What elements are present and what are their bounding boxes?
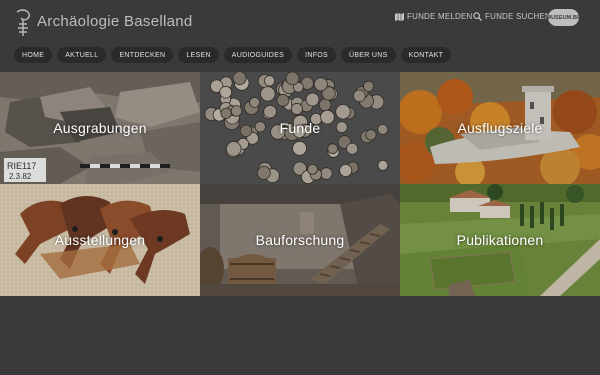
nav-item-audioguides[interactable]: AUDIOGUIDES [223,47,293,63]
coin-shape [220,107,232,119]
nav-item-aktuell[interactable]: AKTUELL [57,47,107,63]
coin-shape [318,98,332,112]
coin-shape [346,142,359,155]
logo-icon[interactable] [13,8,33,38]
coin-shape [313,77,328,92]
tile-label-publikationen: Publikationen [456,232,544,248]
map-icon [395,12,404,21]
tile-ausflugsziele[interactable]: Ausflugsziele [400,72,600,184]
tile-publikationen[interactable]: Publikationen [400,184,600,296]
funde-suchen-link[interactable]: FUNDE SUCHEN [473,12,551,21]
coin-shape [363,80,375,92]
coin-shape [285,72,300,86]
coin-shape [339,164,353,178]
coin-shape [377,160,389,171]
coin-shape [225,141,242,157]
page-footer-area [0,296,600,375]
tile-funde[interactable]: Funde [200,72,400,184]
tile-label-bauforschung: Bauforschung [255,232,345,248]
funde-suchen-label: FUNDE SUCHEN [485,12,551,21]
funde-melden-label: FUNDE MELDEN [407,12,473,21]
coin-shape [230,105,243,117]
nav-item-lesen[interactable]: LESEN [178,47,219,63]
tile-bauforschung[interactable]: Bauforschung [200,184,400,296]
tile-label-ausstellungen: Ausstellungen [54,232,146,248]
site-header: Archäologie Baselland FUNDE MELDEN FUNDE… [0,0,600,72]
coin-shape [335,104,351,120]
coin-shape [290,102,303,115]
coin-shape [263,104,277,119]
nav-item-ueber-uns[interactable]: ÜBER UNS [340,47,396,63]
tile-ausstellungen[interactable]: Ausstellungen [0,184,200,296]
coin-shape [219,85,233,99]
coin-shape [307,164,318,175]
nav-item-infos[interactable]: INFOS [297,47,336,63]
coin-shape [305,92,320,107]
coin-shape [327,143,339,155]
coin-shape [249,96,261,108]
funde-melden-link[interactable]: FUNDE MELDEN [395,12,473,21]
nav-item-entdecken[interactable]: ENTDECKEN [111,47,174,63]
search-icon [473,12,482,21]
tile-ausgrabungen[interactable]: RIE117 2.3.82 Ausgrabungen [0,72,200,184]
coin-shape [232,72,247,86]
nav-item-kontakt[interactable]: KONTAKT [400,47,452,63]
site-title[interactable]: Archäologie Baselland [37,13,193,30]
tile-label-funde: Funde [279,120,321,136]
coin-shape [292,140,307,156]
category-grid: RIE117 2.3.82 Ausgrabungen Funde Ausflug… [0,72,600,296]
coin-shape [353,89,366,103]
coin-shape [260,86,276,102]
coin-shape [320,167,333,180]
coin-shape [256,166,271,180]
coin-shape [263,75,276,87]
coin-shape [276,93,290,107]
tile-label-ausgrabungen: Ausgrabungen [53,120,147,136]
museum-badge[interactable]: MUSEUM.BL [546,9,581,26]
tile-label-ausflugsziele: Ausflugsziele [457,120,543,136]
nav-item-home[interactable]: HOME [14,47,53,63]
main-nav: HOME AKTUELL ENTDECKEN LESEN AUDIOGUIDES… [14,47,452,63]
